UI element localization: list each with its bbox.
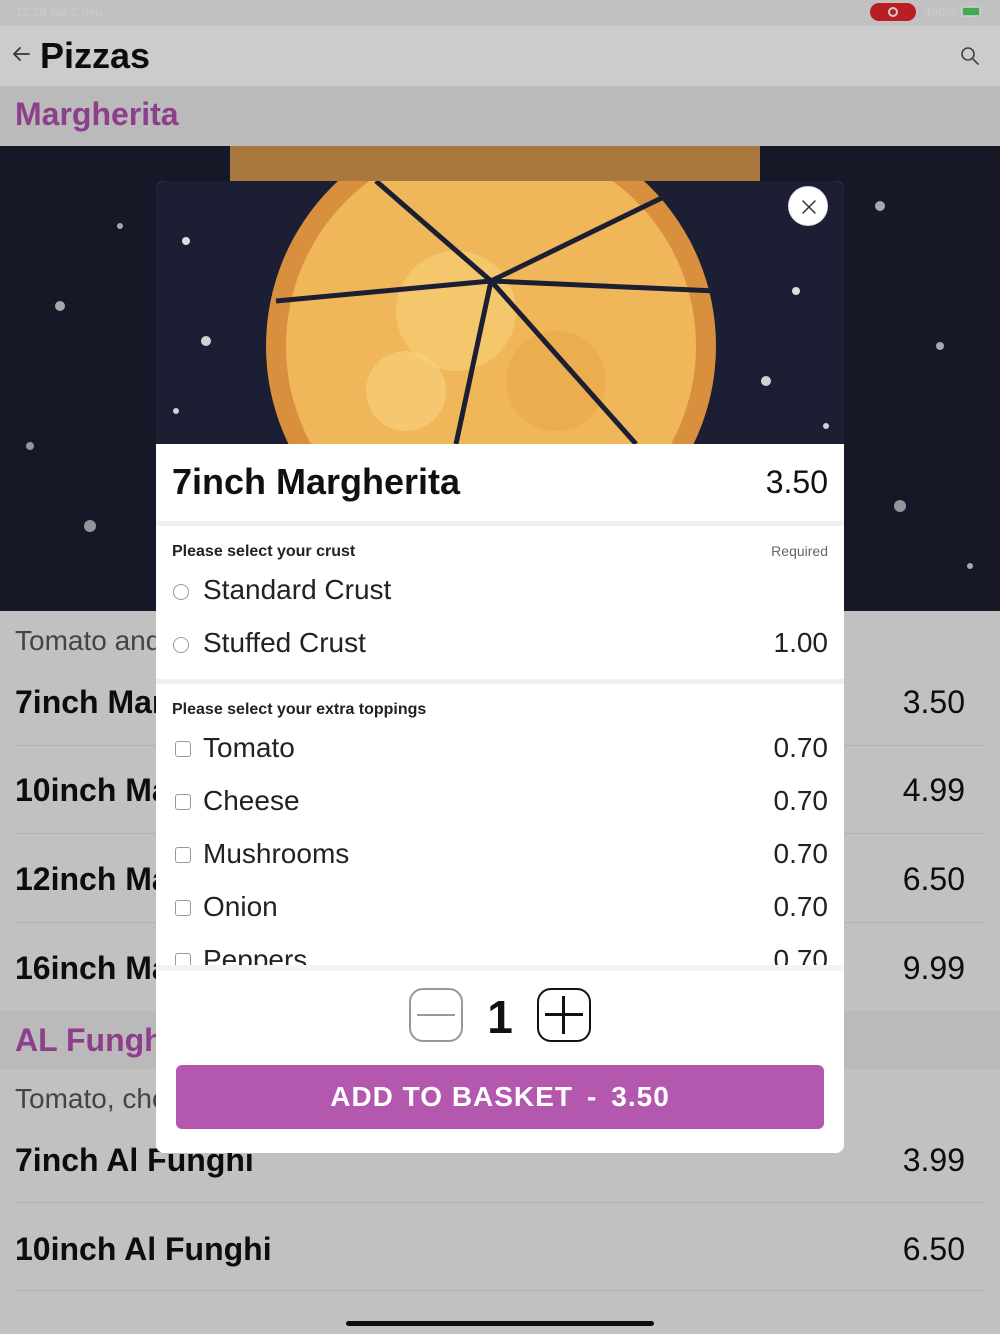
option-price: 0.70	[773, 732, 829, 763]
product-title: 7inch Margherita	[172, 461, 461, 502]
option-label: Tomato	[203, 732, 295, 763]
option-label: Standard Crust	[203, 574, 392, 605]
radio-button[interactable]	[173, 584, 189, 600]
topping-option[interactable]: Onion 0.70	[172, 888, 828, 928]
divider	[156, 679, 844, 684]
add-to-basket-button[interactable]: ADD TO BASKET - 3.50	[176, 1065, 824, 1129]
option-label: Cheese	[203, 785, 300, 816]
quantity-value: 1	[487, 991, 513, 1043]
quantity-decrease-button[interactable]	[409, 988, 463, 1042]
toppings-scroll-area[interactable]: Please select your extra toppings Tomato…	[156, 701, 844, 971]
close-icon	[802, 200, 816, 214]
plus-icon-v	[562, 996, 565, 1034]
add-button-price: 3.50	[611, 1081, 670, 1112]
product-price: 3.50	[765, 464, 828, 500]
close-button[interactable]	[788, 186, 828, 226]
crust-option[interactable]: Standard Crust	[172, 571, 828, 611]
checkbox[interactable]	[175, 741, 191, 757]
add-button-separator: -	[586, 1081, 598, 1112]
toppings-group-label: Please select your extra toppings	[172, 701, 427, 718]
minus-icon	[417, 1014, 455, 1016]
topping-option[interactable]: Tomato 0.70	[172, 729, 828, 769]
option-price: 0.70	[773, 891, 829, 922]
option-price: 0.70	[773, 838, 829, 869]
topping-option[interactable]: Cheese 0.70	[172, 782, 828, 822]
option-label: Mushrooms	[203, 838, 350, 869]
option-label: Stuffed Crust	[203, 627, 366, 658]
crust-option[interactable]: Stuffed Crust 1.00	[172, 624, 828, 664]
divider	[156, 521, 844, 526]
product-options-modal: 7inch Margherita 3.50 Please select your…	[156, 181, 844, 1153]
option-price: 1.00	[773, 627, 829, 658]
required-badge: Required	[771, 543, 828, 559]
crust-group-label: Please select your crust	[172, 543, 356, 560]
quantity-increase-button[interactable]	[537, 988, 591, 1042]
topping-option[interactable]: Mushrooms 0.70	[172, 835, 828, 875]
checkbox[interactable]	[175, 900, 191, 916]
option-label: Onion	[203, 891, 278, 922]
scroll-edge	[156, 965, 844, 971]
radio-button[interactable]	[173, 637, 189, 653]
add-button-label: ADD TO BASKET	[330, 1081, 573, 1112]
checkbox[interactable]	[175, 847, 191, 863]
product-image	[156, 181, 844, 444]
option-price: 0.70	[773, 785, 829, 816]
checkbox[interactable]	[175, 794, 191, 810]
